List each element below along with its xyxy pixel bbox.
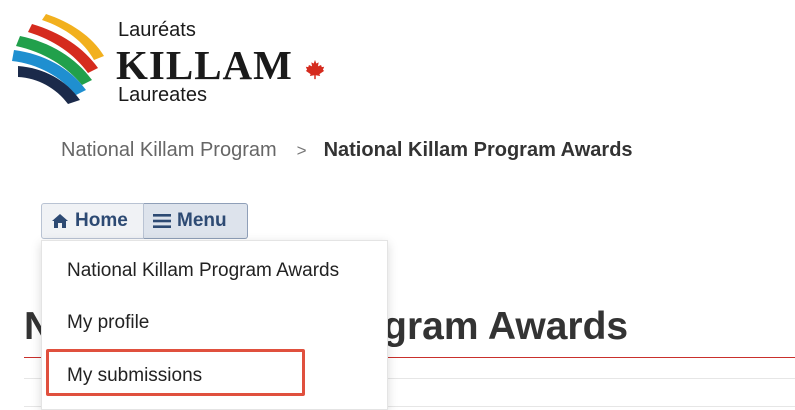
menu-item-program-awards[interactable]: National Killam Program Awards: [67, 260, 339, 282]
menu-button[interactable]: Menu: [144, 203, 248, 239]
logo-wordmark: KILLAM: [116, 42, 293, 88]
breadcrumb-separator: >: [296, 141, 307, 160]
home-button[interactable]: Home: [41, 203, 144, 239]
breadcrumb-link-program[interactable]: National Killam Program: [61, 139, 277, 161]
home-button-label: Home: [75, 210, 128, 231]
nav-button-group: Home Menu: [41, 203, 248, 240]
home-icon: [52, 214, 68, 228]
menu-item-my-profile[interactable]: My profile: [67, 312, 149, 334]
hamburger-icon: [153, 214, 171, 228]
menu-button-label: Menu: [177, 210, 227, 231]
highlight-box: [46, 349, 305, 396]
logo-text-french: Lauréats: [118, 19, 196, 41]
logo-text-english: Laureates: [118, 84, 207, 106]
breadcrumb: National Killam Program > National Killam …: [61, 139, 633, 162]
page-title-visible-end: gram Awards: [383, 305, 629, 348]
breadcrumb-current: National Killam Program Awards: [323, 139, 633, 161]
killam-stripes-icon: [12, 14, 104, 104]
killam-logo[interactable]: Lauréats KILLAM Laureates: [8, 6, 328, 106]
maple-leaf-icon: [305, 59, 325, 80]
